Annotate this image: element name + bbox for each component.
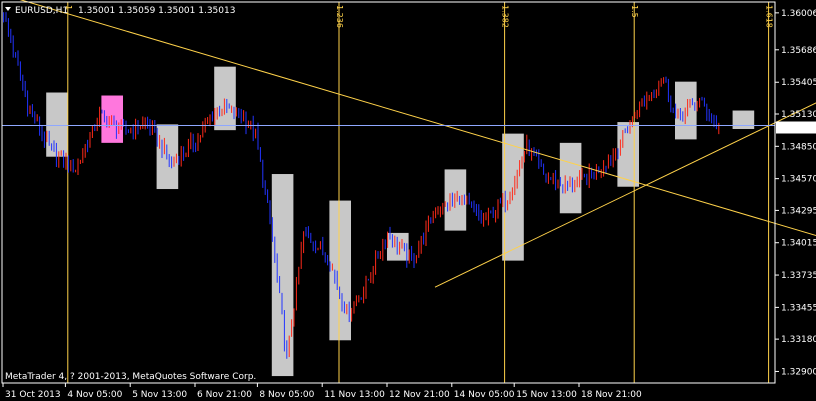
price-tick-label: 1.34015 bbox=[781, 239, 816, 249]
fib-zone-label: 1.382 bbox=[501, 5, 510, 28]
price-tick-label: 1.33735 bbox=[781, 271, 816, 281]
session-box bbox=[271, 174, 294, 377]
session-box bbox=[214, 66, 236, 131]
symbol-header: EURUSD,H1 1.35001 1.35059 1.35001 1.3501… bbox=[5, 6, 235, 16]
time-tick-label: 4 Nov 05:00 bbox=[67, 390, 122, 400]
price-tick-label: 1.34570 bbox=[781, 175, 816, 185]
time-tick-label: 31 Oct 2013 bbox=[5, 390, 61, 400]
time-tick-label: 15 Nov 13:00 bbox=[516, 390, 577, 400]
price-tick-label: 1.36006 bbox=[781, 9, 816, 19]
price-tick-label: 1.34295 bbox=[781, 206, 816, 216]
price-chart[interactable]: 1 1.236 1.382 1.5 1.618 1.360061.356861.3540… bbox=[0, 0, 816, 401]
session-box bbox=[156, 124, 179, 190]
price-tick-label: 1.32900 bbox=[781, 367, 816, 377]
current-price-label: 1.35013 bbox=[779, 123, 816, 133]
fib-zone-label: 1.618 bbox=[765, 5, 774, 28]
time-tick-label: 14 Nov 05:00 bbox=[454, 390, 515, 400]
fib-zone-label: 1.5 bbox=[630, 5, 639, 18]
session-box bbox=[444, 169, 467, 231]
session-box bbox=[46, 92, 68, 157]
time-tick-label: 18 Nov 21:00 bbox=[581, 390, 642, 400]
ohlc-values: 1.35001 1.35059 1.35001 1.35013 bbox=[78, 6, 235, 16]
price-tick-label: 1.35130 bbox=[781, 110, 816, 120]
time-tick-label: 11 Nov 13:00 bbox=[324, 390, 385, 400]
price-tick-label: 1.34850 bbox=[781, 142, 816, 152]
price-tick-label: 1.33455 bbox=[781, 303, 816, 313]
price-tick-label: 1.35405 bbox=[781, 78, 816, 88]
time-tick-label: 8 Nov 05:00 bbox=[259, 390, 314, 400]
price-tick-label: 1.35686 bbox=[781, 46, 816, 56]
chart-background bbox=[0, 0, 816, 401]
price-tick-label: 1.33180 bbox=[781, 335, 816, 345]
fib-zone-label: 1.236 bbox=[335, 5, 344, 28]
session-box bbox=[559, 142, 582, 214]
session-box bbox=[732, 110, 755, 129]
time-tick-label: 6 Nov 21:00 bbox=[197, 390, 252, 400]
copyright-text: MetaTrader 4, ? 2001-2013, MetaQuotes So… bbox=[5, 372, 256, 382]
time-tick-label: 12 Nov 21:00 bbox=[389, 390, 450, 400]
symbol-label: EURUSD,H1 bbox=[15, 6, 68, 16]
time-tick-label: 5 Nov 13:00 bbox=[132, 390, 187, 400]
